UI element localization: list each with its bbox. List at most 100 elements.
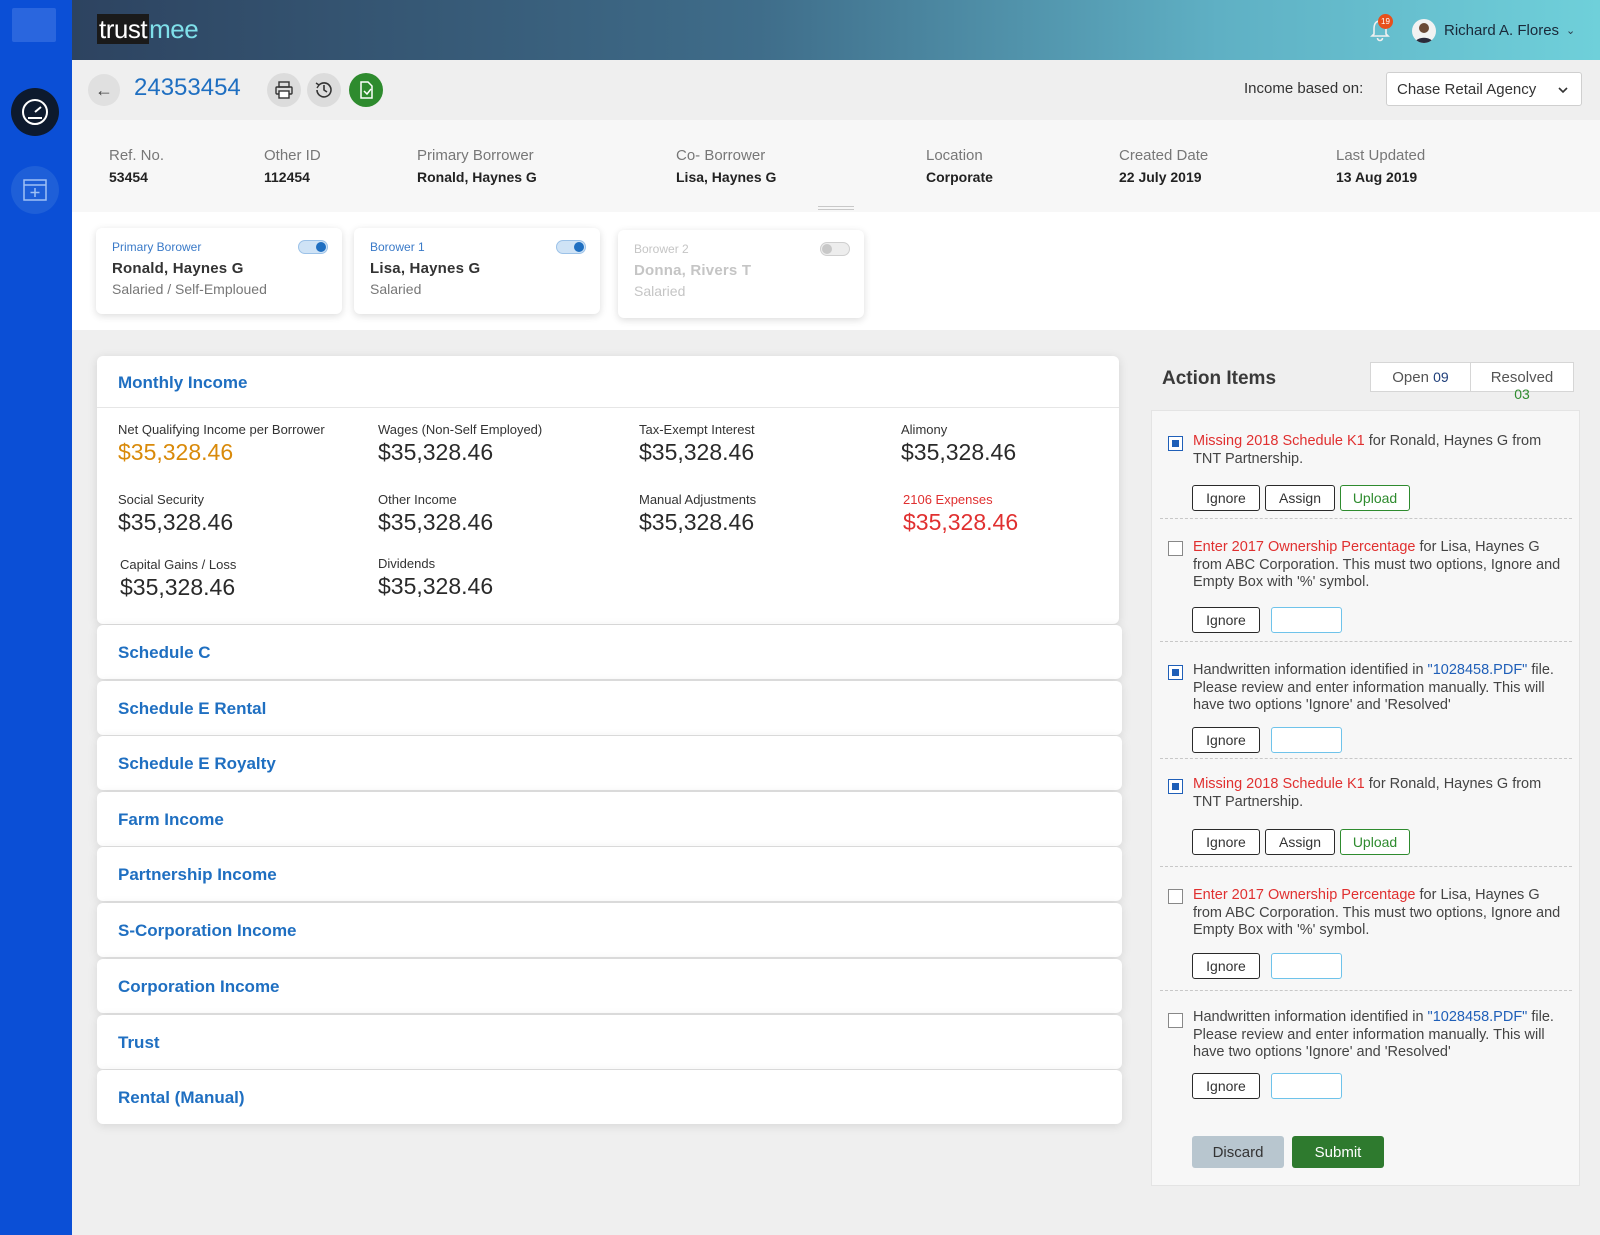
collapse-handle[interactable] xyxy=(818,206,854,210)
section-farm-income[interactable]: Farm Income xyxy=(97,792,1122,846)
avatar[interactable] xyxy=(1412,19,1436,43)
action-checkbox[interactable] xyxy=(1168,665,1183,680)
borrower-toggle[interactable] xyxy=(820,242,850,256)
created-date-value: 22 July 2019 xyxy=(1119,169,1202,185)
arrow-left-icon: ← xyxy=(95,79,113,100)
section-title: Schedule C xyxy=(118,643,211,662)
action-prefix: Handwritten information identified in xyxy=(1193,1009,1428,1025)
ignore-button[interactable]: Ignore xyxy=(1192,953,1260,979)
metric-label: Capital Gains / Loss xyxy=(120,557,237,572)
assign-button[interactable]: Assign xyxy=(1265,829,1335,855)
section-partnership-income[interactable]: Partnership Income xyxy=(97,847,1122,901)
co-borrower-label: Co- Borrower xyxy=(676,147,766,164)
user-name[interactable]: Richard A. Flores xyxy=(1444,22,1559,39)
borrower-toggle[interactable] xyxy=(556,240,586,254)
action-checkbox[interactable] xyxy=(1168,436,1183,451)
section-schedule-e-royalty[interactable]: Schedule E Royalty xyxy=(97,736,1122,790)
location-value: Corporate xyxy=(926,169,993,185)
borrower-card[interactable]: Borower 2 Donna, Rivers T Salaried xyxy=(618,230,864,318)
metric-label: Net Qualifying Income per Borrower xyxy=(118,422,325,437)
metric-value: $35,328.46 xyxy=(639,509,755,535)
upload-button[interactable]: Upload xyxy=(1340,829,1410,855)
action-checkbox[interactable] xyxy=(1168,541,1183,556)
monthly-income-title[interactable]: Monthly Income xyxy=(118,373,247,393)
export-document-button[interactable] xyxy=(349,73,383,107)
action-highlight: Enter 2017 Ownership Percentage xyxy=(1193,539,1416,555)
last-updated-field: Last Updated 13 Aug 2019 xyxy=(1336,147,1425,185)
action-item: Handwritten information identified in "1… xyxy=(1160,642,1572,759)
ignore-button[interactable]: Ignore xyxy=(1192,485,1260,511)
action-highlight: Enter 2017 Ownership Percentage xyxy=(1193,887,1416,903)
metric-value: $35,328.46 xyxy=(120,574,236,600)
back-button[interactable]: ← xyxy=(88,74,120,106)
percentage-input[interactable] xyxy=(1271,953,1342,979)
upload-button[interactable]: Upload xyxy=(1340,485,1410,511)
primary-borrower-field: Primary Borrower Ronald, Haynes G xyxy=(417,147,537,185)
notification-badge: 19 xyxy=(1378,14,1393,29)
add-document-nav-button[interactable] xyxy=(11,166,59,214)
metric-value: $35,328.46 xyxy=(378,509,494,535)
metric-label: 2106 Expenses xyxy=(903,492,993,507)
income-based-select[interactable]: Chase Retail Agency xyxy=(1386,72,1582,106)
submit-button[interactable]: Submit xyxy=(1292,1136,1384,1168)
history-button[interactable] xyxy=(307,73,341,107)
resolution-input[interactable] xyxy=(1271,727,1342,753)
income-based-value: Chase Retail Agency xyxy=(1397,81,1537,98)
borrower-toggle[interactable] xyxy=(298,240,328,254)
section-schedule-c[interactable]: Schedule C xyxy=(97,625,1122,679)
co-borrower-value: Lisa, Haynes G xyxy=(676,169,777,185)
income-based-label: Income based on: xyxy=(1244,80,1364,97)
print-button[interactable] xyxy=(267,73,301,107)
chevron-down-icon[interactable]: ⌄ xyxy=(1566,24,1575,37)
file-link[interactable]: "1028458.PDF" xyxy=(1428,1009,1528,1025)
action-text: Handwritten information identified in "1… xyxy=(1193,662,1565,715)
borrower-role: Borower 1 xyxy=(370,240,425,254)
section-trust[interactable]: Trust xyxy=(97,1015,1122,1069)
borrower-card[interactable]: Primary Borower Ronald, Haynes G Salarie… xyxy=(96,228,342,314)
ignore-button[interactable]: Ignore xyxy=(1192,727,1260,753)
borrower-name: Lisa, Haynes G xyxy=(370,260,481,277)
percentage-input[interactable] xyxy=(1271,607,1342,633)
action-checkbox[interactable] xyxy=(1168,889,1183,904)
ignore-button[interactable]: Ignore xyxy=(1192,607,1260,633)
document-export-icon xyxy=(360,81,373,99)
action-item: Handwritten information identified in "1… xyxy=(1160,991,1572,1111)
borrower-cards: Primary Borower Ronald, Haynes G Salarie… xyxy=(72,212,1600,330)
action-text: Missing 2018 Schedule K1 for Ronald, Hay… xyxy=(1193,433,1565,468)
section-title: Corporation Income xyxy=(118,977,280,996)
dashboard-nav-button[interactable] xyxy=(11,88,59,136)
action-text: Missing 2018 Schedule K1 for Ronald, Hay… xyxy=(1193,776,1565,811)
printer-icon xyxy=(275,81,293,99)
add-document-icon xyxy=(23,179,47,201)
toggle-knob xyxy=(316,242,326,252)
created-date-field: Created Date 22 July 2019 xyxy=(1119,147,1208,185)
metric-alimony: Alimony $35,328.46 xyxy=(901,422,1016,466)
borrower-card[interactable]: Borower 1 Lisa, Haynes G Salaried xyxy=(354,228,600,314)
section-schedule-e-rental[interactable]: Schedule E Rental xyxy=(97,681,1122,735)
other-id-value: 112454 xyxy=(264,169,310,185)
tab-open-label: Open xyxy=(1392,369,1429,386)
metric-value: $35,328.46 xyxy=(118,509,234,535)
action-highlight: Missing 2018 Schedule K1 xyxy=(1193,776,1365,792)
section-title: Farm Income xyxy=(118,810,224,829)
file-link[interactable]: "1028458.PDF" xyxy=(1428,662,1528,678)
ignore-button[interactable]: Ignore xyxy=(1192,829,1260,855)
resolution-input[interactable] xyxy=(1271,1073,1342,1099)
brand-logo[interactable]: trustmee xyxy=(97,14,199,45)
tab-resolved[interactable]: Resolved 03 xyxy=(1470,362,1574,402)
section-corporation-income[interactable]: Corporation Income xyxy=(97,959,1122,1013)
action-checkbox[interactable] xyxy=(1168,1013,1183,1028)
tab-open-count: 09 xyxy=(1433,369,1449,385)
metric-label: Wages (Non-Self Employed) xyxy=(378,422,543,437)
section-rental-manual[interactable]: Rental (Manual) xyxy=(97,1070,1122,1124)
section-s-corporation-income[interactable]: S-Corporation Income xyxy=(97,903,1122,957)
borrower-type: Salaried xyxy=(634,283,686,299)
ignore-button[interactable]: Ignore xyxy=(1192,1073,1260,1099)
metric-label: Dividends xyxy=(378,556,436,571)
metric-2106-expenses: 2106 Expenses $35,328.46 xyxy=(903,492,1018,536)
discard-button[interactable]: Discard xyxy=(1192,1136,1284,1168)
action-checkbox[interactable] xyxy=(1168,779,1183,794)
assign-button[interactable]: Assign xyxy=(1265,485,1335,511)
tab-open[interactable]: Open 09 xyxy=(1370,362,1471,392)
ref-no-value: 53454 xyxy=(109,169,148,185)
